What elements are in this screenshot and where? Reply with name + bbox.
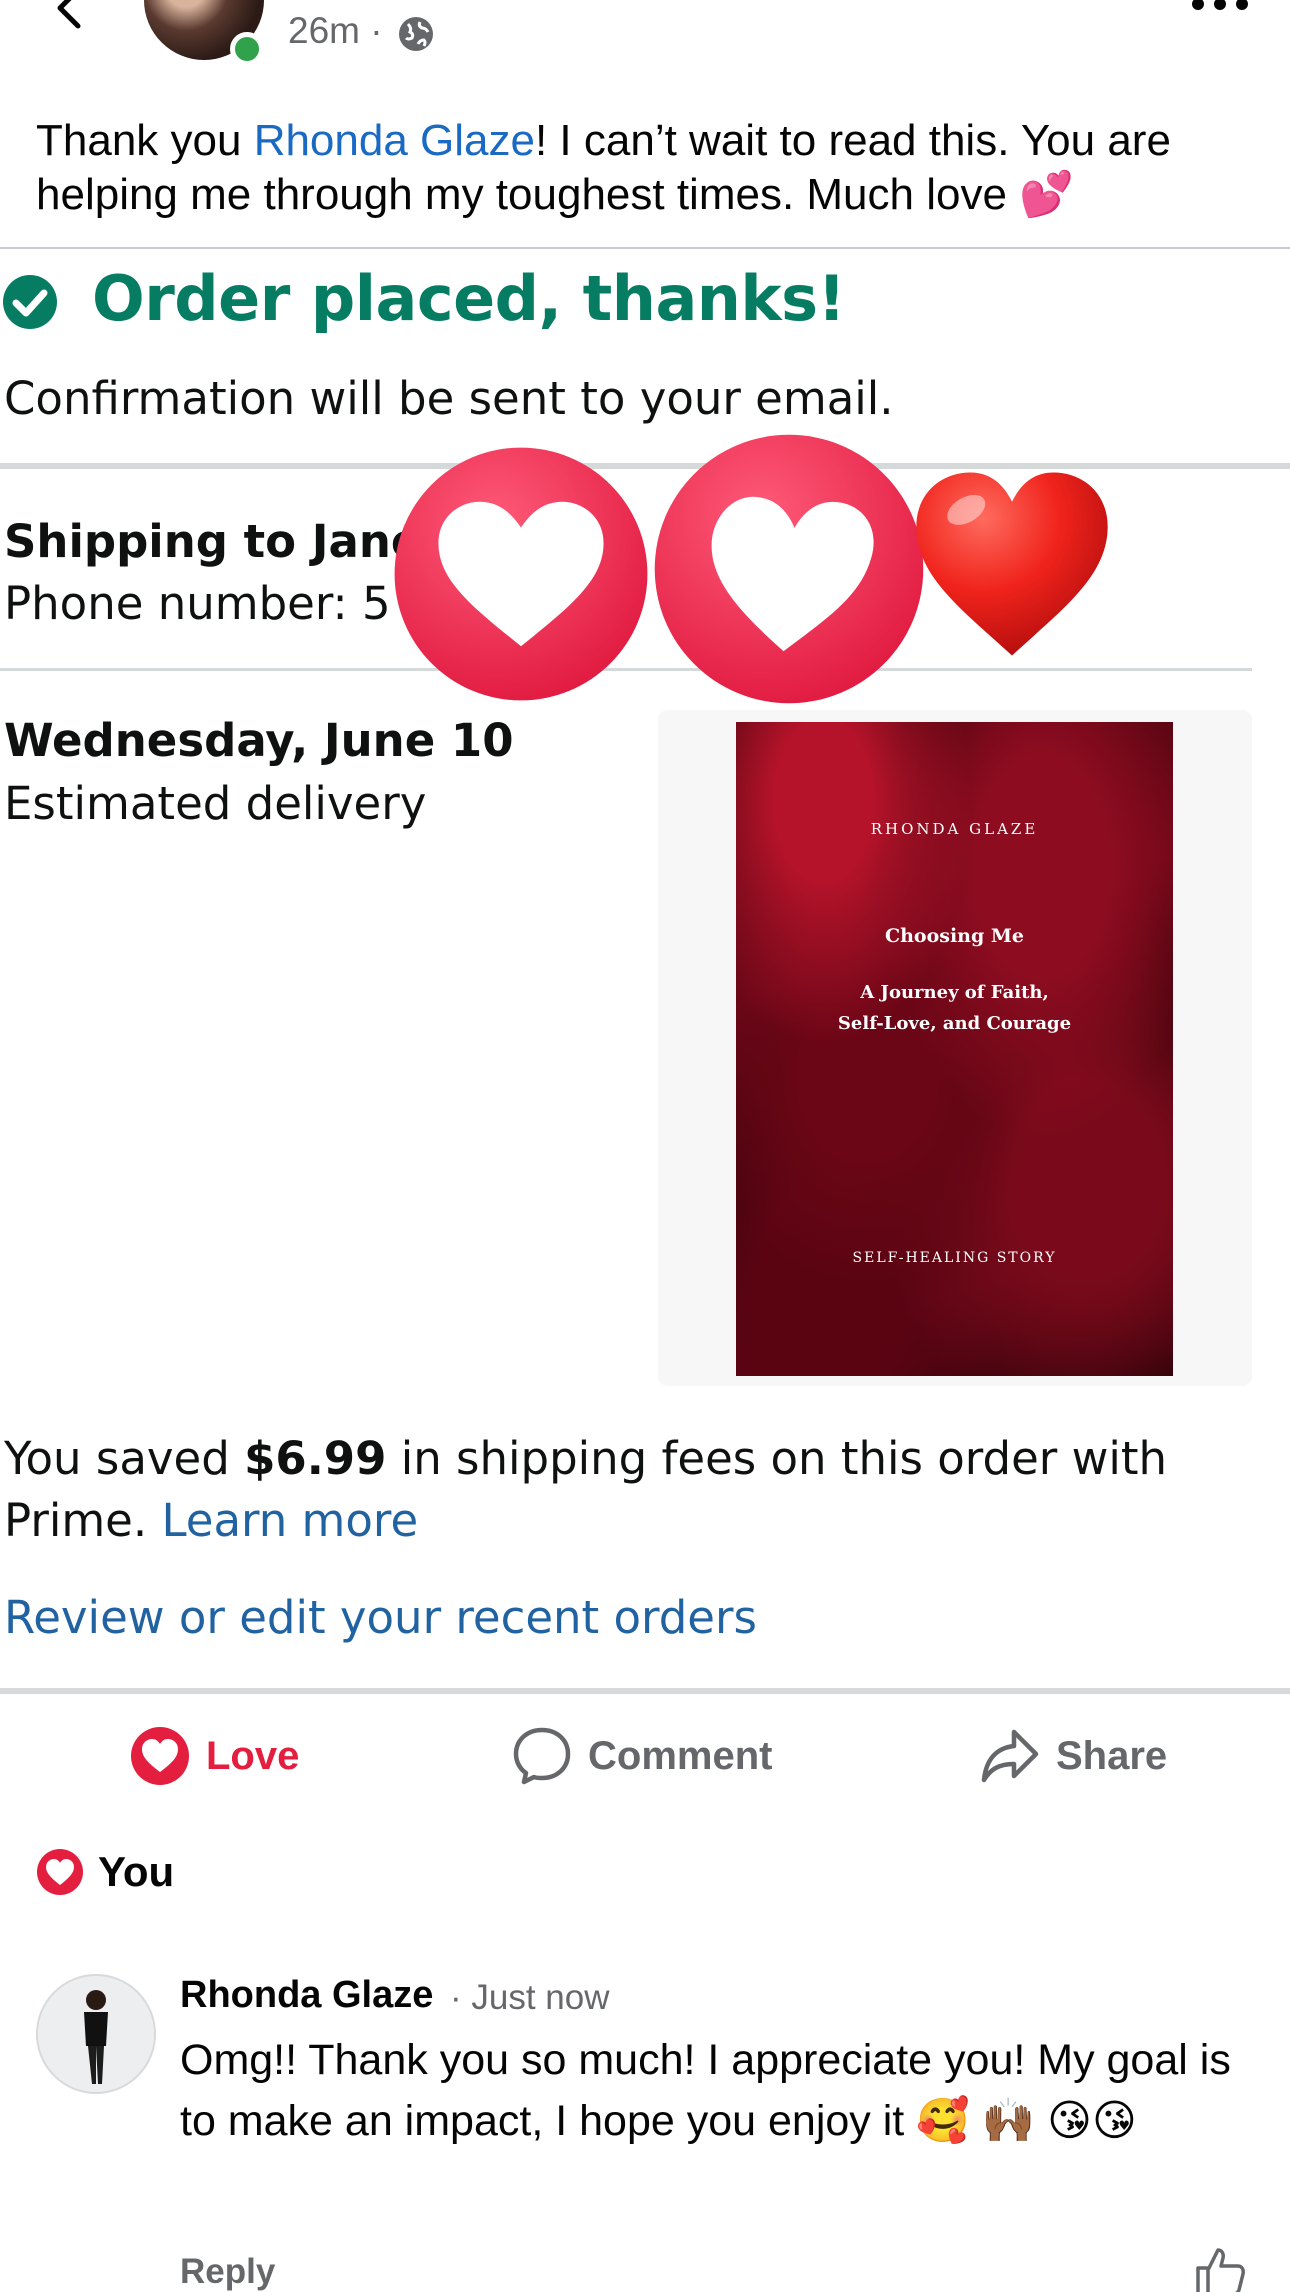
thumbs-up-icon[interactable] [1192,2244,1246,2292]
post-divider [0,247,1290,249]
online-status-dot [230,32,264,66]
love-reaction-icon [654,434,924,704]
comment-text: Omg!! Thank you so much! I appreciate yo… [180,2036,1231,2145]
reactions-summary[interactable]: You [36,1848,174,1896]
shipping-to-text: Shipping to Jane [4,515,422,568]
comment-timestamp: · Just now [450,1978,610,2017]
review-orders-link[interactable]: Review or edit your recent orders [4,1591,757,1644]
more-options-icon[interactable] [1190,0,1250,14]
love-label: Love [206,1733,300,1778]
learn-more-link[interactable]: Learn more [161,1494,418,1547]
phone-number-text: Phone number: 5 [4,577,391,630]
comment-bubble-icon [513,1727,571,1785]
commenter-name[interactable]: Rhonda Glaze [180,1974,433,2017]
book-title: Choosing Me [884,925,1025,947]
mention-link[interactable]: Rhonda Glaze [254,116,535,165]
commenter-avatar[interactable] [36,1974,156,2094]
share-button[interactable]: Share [980,1722,1167,1790]
confirmation-text: Confirmation will be sent to your email. [4,372,894,425]
order-placed-heading: Order placed, thanks! [92,262,846,335]
share-arrow-icon [981,1729,1039,1783]
check-circle-icon [3,275,57,329]
prime-savings-text: You saved $6.99 in shipping fees on this… [4,1428,1244,1552]
love-button[interactable]: Love [130,1722,299,1790]
post-body-text: Thank you Rhonda Glaze! I can’t wait to … [36,114,1256,222]
reactor-name: You [98,1848,175,1895]
comment-label: Comment [588,1733,773,1778]
comment-button[interactable]: Comment [512,1722,772,1790]
post-text-start: Thank you [36,116,254,165]
book-cover-image[interactable]: RHONDA GLAZE Choosing Me A Journey of Fa… [736,722,1173,1376]
reply-button[interactable]: Reply [180,2252,275,2292]
book-footer: SELF-HEALING STORY [852,1250,1057,1266]
back-chevron-icon[interactable] [48,0,96,38]
saved-amount: $6.99 [244,1432,387,1485]
love-reaction-icon [394,447,648,701]
section-divider [0,1688,1290,1694]
globe-icon [399,17,433,51]
delivery-date: Wednesday, June 10 [4,714,514,767]
delivery-label: Estimated delivery [4,777,427,830]
love-reaction-icon [131,1727,189,1785]
saved-prefix: You saved [4,1432,245,1485]
share-label: Share [1056,1733,1168,1778]
book-author: RHONDA GLAZE [870,820,1039,838]
book-subtitle-line1: A Journey of Faith, [860,982,1049,1003]
person-photo-icon [38,1976,154,2092]
love-reaction-icon [37,1849,83,1895]
red-heart-emoji-icon [916,472,1108,656]
book-subtitle-line2: Self-Love, and Courage [837,1013,1072,1034]
post-timestamp: 26m · [288,10,383,51]
